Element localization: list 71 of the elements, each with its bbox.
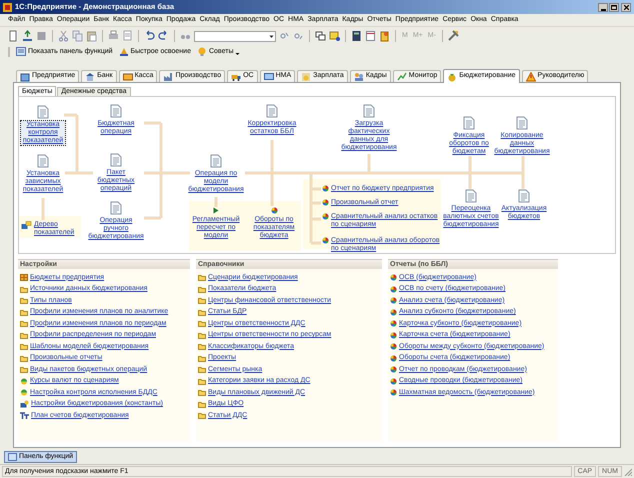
document-icon: [363, 104, 375, 118]
close-icon: [624, 4, 628, 10]
calculator-icon: [351, 30, 362, 42]
panel-icon: [8, 453, 17, 461]
chart-line-icon: [396, 72, 407, 82]
color-ball-icon: [390, 320, 397, 328]
redo-icon: [158, 30, 169, 42]
maximize-icon: [611, 4, 617, 10]
color-ball-icon: [270, 207, 278, 214]
color-ball-icon: [322, 199, 329, 206]
ball-icon: [20, 378, 28, 385]
preview-icon: [122, 30, 133, 42]
search-field[interactable]: [194, 30, 276, 42]
factory-icon: [163, 72, 174, 82]
color-ball-icon: [322, 213, 329, 220]
color-ball-icon: [390, 366, 397, 374]
minimize-icon: [600, 8, 606, 10]
monitor-icon: [264, 72, 274, 82]
tools-icon: [448, 30, 459, 42]
tree-icon: [21, 221, 32, 230]
warning-icon: [526, 72, 536, 82]
document-icon: [463, 116, 475, 130]
color-ball-icon: [390, 286, 397, 293]
app-logo-icon: [3, 2, 12, 12]
document-icon: [110, 153, 122, 167]
document-icon: [210, 154, 222, 168]
document-icon: [266, 104, 278, 118]
letter-t-icon: [20, 412, 29, 420]
minimize-button[interactable]: [598, 2, 608, 12]
color-ball-icon: [390, 274, 397, 282]
document-icon: [465, 189, 477, 203]
bank-icon: [85, 72, 96, 82]
color-ball-icon: [322, 185, 329, 192]
ball-icon: [20, 389, 28, 396]
play-arrow-icon: [213, 207, 219, 214]
color-ball-icon: [322, 237, 329, 244]
toolbox-icon: [20, 400, 29, 408]
undo-icon: [144, 30, 155, 42]
people-icon: [354, 72, 364, 82]
color-ball-icon: [390, 389, 397, 396]
highlight-area: [19, 216, 81, 238]
print-icon: [108, 30, 119, 42]
document-icon: [37, 105, 49, 119]
color-ball-icon: [390, 343, 397, 350]
lightbulb-icon: [196, 47, 207, 57]
panel-icon: [16, 47, 26, 57]
building-icon: [20, 72, 30, 82]
color-ball-icon: [390, 332, 397, 339]
cut-icon: [58, 30, 69, 42]
paste-icon: [86, 30, 97, 42]
color-ball-icon: [390, 378, 397, 385]
windows-icon: [315, 30, 326, 42]
close-button[interactable]: [621, 2, 631, 12]
new-document-icon: [8, 30, 19, 42]
document-icon: [110, 104, 122, 118]
color-ball-icon: [390, 297, 397, 304]
upload-icon: [22, 30, 33, 42]
help-icon: [329, 30, 340, 42]
maximize-button[interactable]: [609, 2, 619, 12]
color-ball-icon: [390, 308, 397, 316]
document-icon: [37, 154, 49, 168]
cash-icon: [122, 72, 133, 82]
resize-grip-icon: [624, 468, 632, 476]
calendar-icon: [365, 30, 376, 42]
document-icon: [516, 116, 528, 130]
document-icon: [518, 189, 530, 203]
document-icon: [110, 201, 122, 215]
color-ball-icon: [390, 354, 397, 362]
clipboard-icon: [379, 30, 390, 42]
copy-icon: [72, 30, 83, 42]
grid-icon: [20, 274, 28, 282]
